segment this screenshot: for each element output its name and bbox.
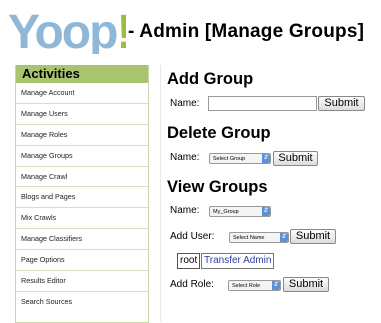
- page-title: - Admin [Manage Groups]: [128, 21, 365, 42]
- yoop-logo: Yoop!: [8, 6, 126, 54]
- activities-sidebar: Activities Manage Account Manage Users M…: [15, 65, 149, 323]
- add-group-submit-button[interactable]: Submit: [318, 96, 365, 111]
- group-member-root: root: [177, 253, 201, 269]
- chevron-updown-icon: ⇵: [272, 281, 280, 290]
- add-user-select[interactable]: Select Name ⇵: [229, 232, 289, 243]
- view-groups-group-select-value: My_Group: [213, 209, 239, 215]
- delete-group-select[interactable]: Select Group ⇵: [209, 153, 271, 164]
- view-groups-name-label: Name:: [170, 205, 200, 216]
- delete-group-select-value: Select Group: [213, 156, 246, 162]
- sidebar-item-search-sources[interactable]: Search Sources: [16, 292, 148, 313]
- delete-group-submit-button[interactable]: Submit: [273, 151, 318, 166]
- activities-heading: Activities: [16, 65, 148, 83]
- add-group-heading: Add Group: [167, 70, 254, 88]
- sidebar-item-results-editor[interactable]: Results Editor: [16, 271, 148, 292]
- sidebar-item-manage-classifiers[interactable]: Manage Classifiers: [16, 229, 148, 251]
- view-groups-group-select[interactable]: My_Group ⇵: [209, 206, 271, 217]
- add-role-label: Add Role:: [170, 279, 214, 290]
- chevron-updown-icon: ⇵: [262, 207, 270, 216]
- add-role-select[interactable]: Select Role ⇵: [228, 280, 281, 291]
- sidebar-item-manage-groups[interactable]: Manage Groups: [16, 146, 148, 167]
- add-role-submit-button[interactable]: Submit: [283, 277, 329, 292]
- sidebar-item-manage-account[interactable]: Manage Account: [16, 83, 148, 104]
- delete-group-heading: Delete Group: [167, 124, 271, 142]
- add-user-label: Add User:: [170, 231, 215, 242]
- main-content: Add Group Name: Submit Delete Group Name…: [160, 65, 381, 322]
- sidebar-item-manage-roles[interactable]: Manage Roles: [16, 125, 148, 146]
- add-user-submit-button[interactable]: Submit: [290, 229, 336, 244]
- chevron-updown-icon: ⇵: [280, 233, 288, 242]
- sidebar-item-manage-crawl[interactable]: Manage Crawl: [16, 167, 148, 188]
- sidebar-item-page-options[interactable]: Page Options: [16, 250, 148, 272]
- chevron-updown-icon: ⇵: [262, 154, 270, 163]
- transfer-admin-link[interactable]: Transfer Admin: [201, 253, 275, 269]
- header: Yoop! - Admin [Manage Groups]: [0, 0, 381, 58]
- yoop-logo-text: Yoop!: [8, 6, 126, 54]
- sidebar-item-manage-users[interactable]: Manage Users: [16, 104, 148, 125]
- sidebar-item-mix-crawls[interactable]: Mix Crawls: [16, 208, 148, 230]
- add-group-name-label: Name:: [170, 98, 200, 109]
- view-groups-heading: View Groups: [167, 178, 268, 196]
- sidebar-item-blogs-and-pages[interactable]: Blogs and Pages: [16, 187, 148, 209]
- add-user-select-value: Select Name: [233, 235, 265, 241]
- delete-group-name-label: Name:: [170, 152, 200, 163]
- add-group-name-input[interactable]: [208, 96, 317, 111]
- add-role-select-value: Select Role: [232, 283, 261, 289]
